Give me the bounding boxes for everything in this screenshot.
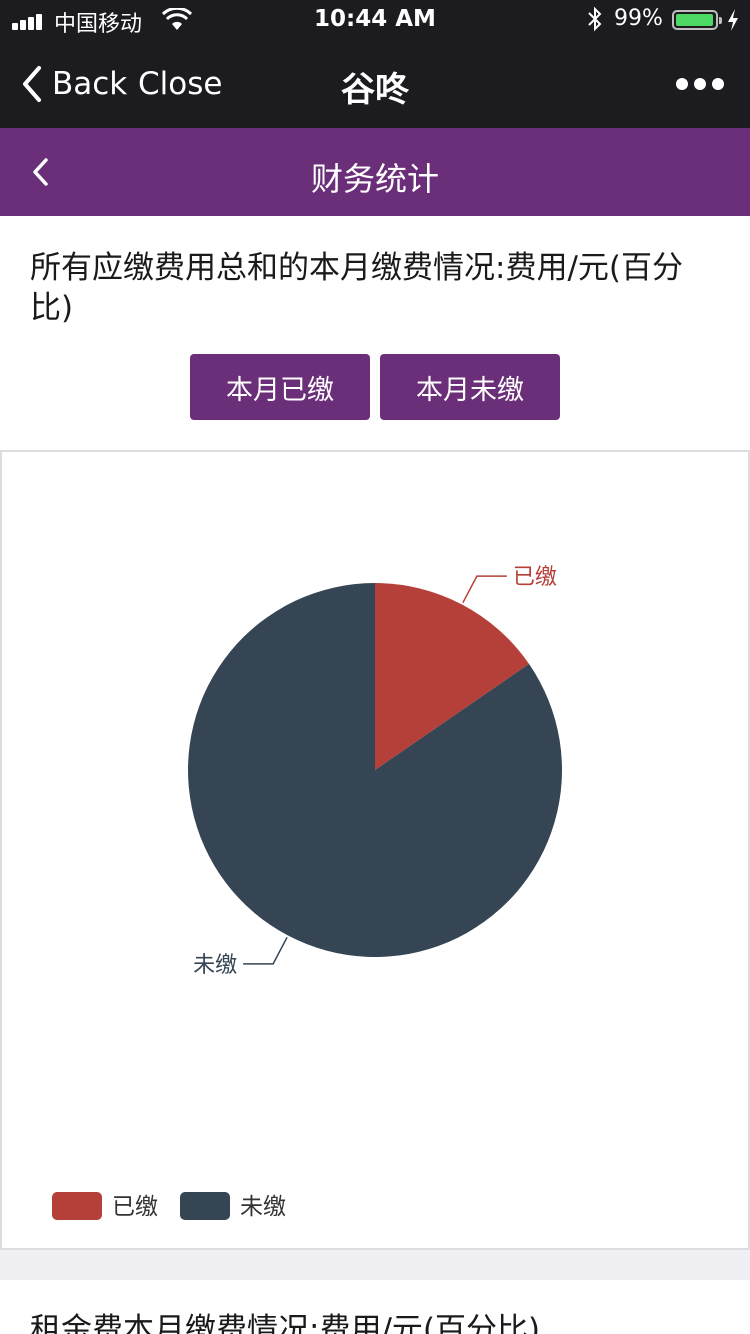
legend-label-1[interactable]: 未缴	[240, 1194, 286, 1220]
pie-leader-line-0	[462, 575, 507, 604]
chevron-left-icon	[23, 66, 41, 102]
section-title: 所有应缴费用总和的本月缴费情况:费用/元(百分比)	[30, 250, 683, 326]
pie-label-1: 未缴	[193, 953, 237, 978]
legend-swatch-0[interactable]	[52, 1192, 102, 1220]
nav-bar: Back Close 谷咚	[0, 40, 750, 128]
pie-leader-line-1	[243, 936, 288, 965]
battery-icon	[672, 10, 722, 30]
close-button[interactable]: Close	[138, 66, 222, 102]
bluetooth-icon	[588, 6, 602, 32]
paid-this-month-button[interactable]: 本月已缴	[190, 354, 370, 420]
battery-percent: 99%	[614, 6, 663, 31]
status-bar: 中国移动 10:44 AM 99%	[0, 0, 750, 40]
unpaid-this-month-button[interactable]: 本月未缴	[380, 354, 560, 420]
section-divider	[0, 1250, 750, 1280]
charging-icon	[728, 9, 738, 31]
more-icon[interactable]	[676, 78, 724, 92]
page-title: 财务统计	[310, 160, 439, 198]
pie-label-0: 已缴	[513, 565, 557, 590]
legend-swatch-1[interactable]	[180, 1192, 230, 1220]
pie-chart: 已缴未缴已缴 未缴	[52, 565, 562, 1220]
section2-title: 租金费本月缴费情况:费用/元(百分比)	[30, 1312, 541, 1334]
page-header: 财务统计	[0, 128, 750, 216]
back-button[interactable]: Back	[20, 64, 127, 104]
legend-label-0[interactable]: 已缴	[112, 1194, 158, 1220]
back-label: Back	[52, 66, 128, 102]
chart-card: 已缴 未缴 已缴 未缴	[0, 450, 750, 1250]
